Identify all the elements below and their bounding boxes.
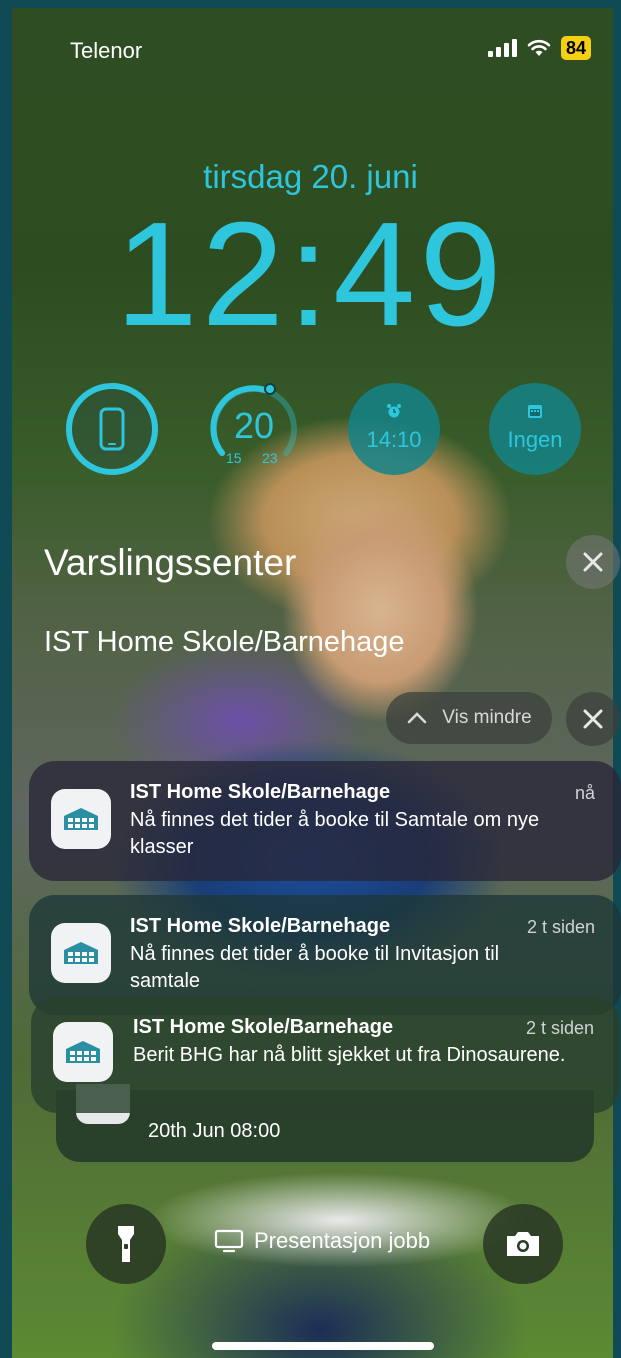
current-temperature: 20 <box>233 405 275 446</box>
focus-mode-label: Presentasjon jobb <box>254 1228 431 1253</box>
notification-center-title: Varslingssenter <box>44 542 297 583</box>
calendar-next-event: Ingen <box>507 427 563 452</box>
school-app-icon <box>51 789 111 849</box>
clear-group-button[interactable] <box>566 692 620 746</box>
notification-time: nå <box>574 783 595 803</box>
lock-date: tirsdag 20. juni <box>203 158 418 195</box>
alarm-time: 14:10 <box>366 427 422 452</box>
home-indicator[interactable] <box>212 1342 434 1350</box>
show-less-label: Vis mindre <box>442 707 532 728</box>
calendar-widget[interactable]: Ingen <box>489 383 581 475</box>
notification-time: 2 t siden <box>525 1018 594 1038</box>
flashlight-button[interactable] <box>86 1204 166 1284</box>
phone-battery-widget[interactable] <box>66 383 158 475</box>
show-less-button[interactable]: Vis mindre <box>386 692 552 744</box>
alarm-widget[interactable]: 14:10 <box>348 383 440 475</box>
battery-indicator: 84 <box>560 36 591 60</box>
camera-button[interactable] <box>483 1204 563 1284</box>
notification-body: Berit BHG har nå blitt sjekket ut fra Di… <box>133 1044 566 1066</box>
notification-app-name: IST Home Skole/Barnehage <box>133 1016 394 1038</box>
status-indicators: 84 <box>487 36 591 60</box>
low-temperature: 15 <box>226 450 242 466</box>
chevron-up-icon <box>407 712 427 724</box>
wifi-icon <box>527 39 551 56</box>
notification-app-name: IST Home Skole/Barnehage <box>130 781 391 803</box>
clear-notifications-button[interactable] <box>566 535 620 589</box>
school-app-icon <box>53 1022 113 1082</box>
school-app-icon <box>51 923 111 983</box>
notification-body: 20th Jun 08:00 <box>148 1120 281 1142</box>
alarm-clock-icon <box>387 404 401 418</box>
lock-screen: Telenor 84 tirsdag 20. juni 12:49 20 15 … <box>0 0 621 1358</box>
close-icon <box>583 552 603 572</box>
notification-body: Nå finnes det tider å booke til Invitasj… <box>130 943 500 992</box>
notification-body: Nå finnes det tider å booke til Samtale … <box>130 809 540 858</box>
calendar-icon <box>528 405 542 418</box>
high-temperature: 23 <box>262 450 278 466</box>
lock-time: 12:49 <box>115 192 506 357</box>
notification-card[interactable]: IST Home Skole/Barnehage nå Nå finnes de… <box>29 761 621 881</box>
frame-border <box>0 0 621 8</box>
carrier-name: Telenor <box>70 38 143 63</box>
phone-icon <box>99 407 125 451</box>
notification-group-title: IST Home Skole/Barnehage <box>44 626 405 658</box>
notification-time: 2 t siden <box>526 917 595 937</box>
notification-app-name: IST Home Skole/Barnehage <box>130 915 391 937</box>
notification-card[interactable]: IST Home Skole/Barnehage 2 t siden Berit… <box>31 997 620 1113</box>
focus-mode-indicator[interactable]: Presentasjon jobb <box>214 1228 430 1254</box>
flashlight-icon <box>118 1226 134 1262</box>
cellular-signal-icon <box>487 39 517 57</box>
camera-icon <box>507 1232 539 1256</box>
weather-widget[interactable]: 20 15 23 <box>208 383 300 475</box>
monitor-icon <box>214 1229 244 1253</box>
close-icon <box>583 709 603 729</box>
